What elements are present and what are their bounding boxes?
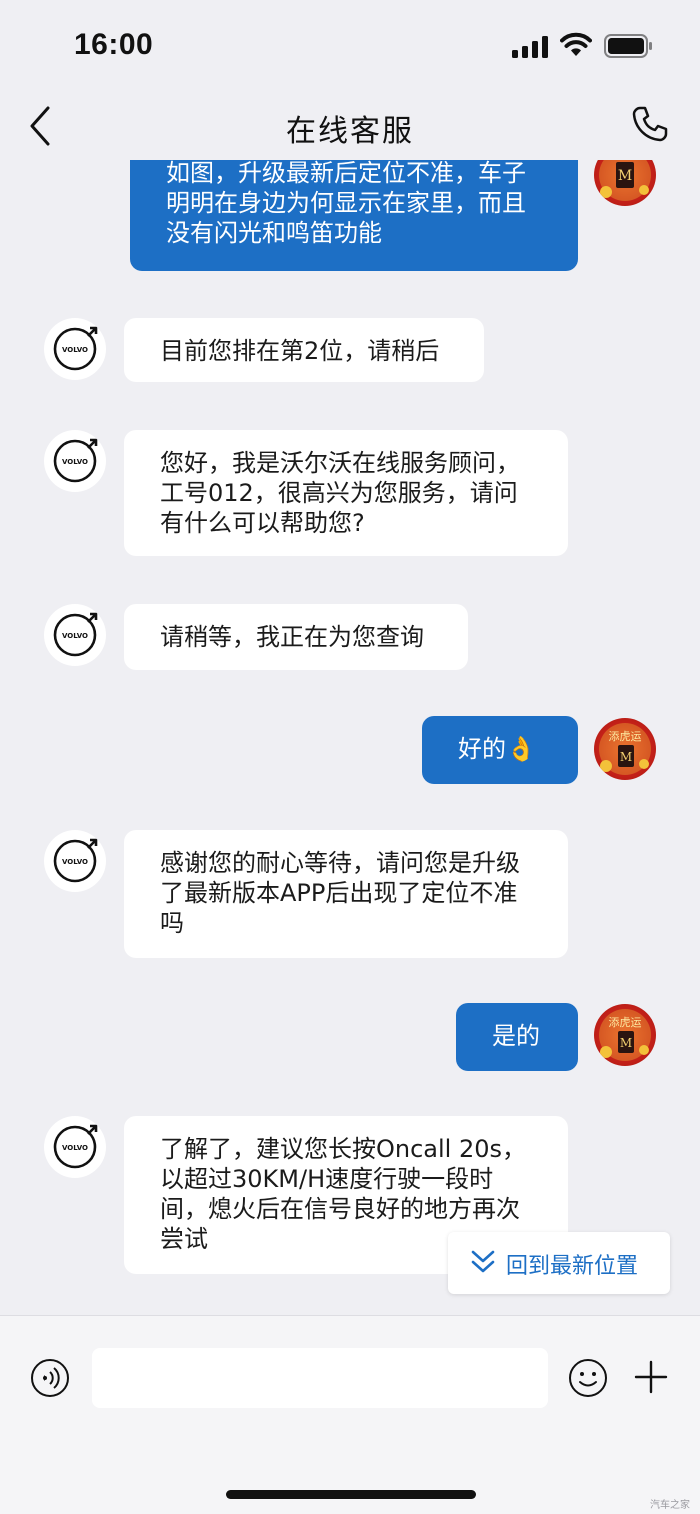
cellular-signal-icon bbox=[512, 36, 548, 58]
jump-to-latest-button[interactable]: 回到最新位置 bbox=[448, 1232, 670, 1294]
wifi-icon bbox=[560, 32, 592, 56]
status-time: 16:00 bbox=[74, 28, 154, 61]
message-bubble[interactable]: 您好，我是沃尔沃在线服务顾问， 工号012，很高兴为您服务，请问 有什么可以帮助… bbox=[124, 430, 568, 556]
user-avatar[interactable]: M bbox=[594, 160, 656, 206]
input-bar: 汽车之家 bbox=[0, 1315, 700, 1514]
agent-avatar[interactable]: VOLVO bbox=[44, 430, 106, 492]
message-bubble[interactable]: 感谢您的耐心等待，请问您是升级 了最新版本APP后出现了定位不准 吗 bbox=[124, 830, 568, 958]
message-bubble[interactable]: 如图，升级最新后定位不准，车子 明明在身边为何显示在家里，而且 没有闪光和鸣笛功… bbox=[130, 160, 578, 271]
status-bar: 16:00 bbox=[0, 0, 700, 92]
nav-bar: 在线客服 bbox=[0, 92, 700, 160]
svg-text:添虎运: 添虎运 bbox=[609, 1015, 642, 1029]
svg-text:M: M bbox=[620, 1036, 632, 1050]
watermark-text: 汽车之家 bbox=[650, 1500, 690, 1511]
user-avatar[interactable]: 添虎运 M bbox=[594, 718, 656, 780]
volvo-logo-icon: VOLVO bbox=[53, 838, 98, 883]
phone-call-icon[interactable] bbox=[630, 104, 670, 144]
user-avatar-image-icon: 添虎运 M bbox=[599, 1009, 651, 1061]
message-bubble[interactable]: 请稍等，我正在为您查询 bbox=[124, 604, 468, 670]
svg-text:添虎运: 添虎运 bbox=[609, 729, 642, 743]
double-chevron-down-icon bbox=[471, 1250, 495, 1273]
emoji-icon[interactable] bbox=[568, 1358, 608, 1398]
message-bubble[interactable]: 目前您排在第2位，请稍后 bbox=[124, 318, 484, 382]
svg-text:VOLVO: VOLVO bbox=[62, 858, 88, 866]
svg-text:VOLVO: VOLVO bbox=[62, 346, 88, 354]
svg-text:M: M bbox=[620, 750, 632, 764]
svg-text:M: M bbox=[618, 168, 632, 184]
battery-icon bbox=[604, 34, 652, 58]
agent-avatar[interactable]: VOLVO bbox=[44, 318, 106, 380]
home-indicator bbox=[226, 1490, 476, 1499]
user-avatar[interactable]: 添虎运 M bbox=[594, 1004, 656, 1066]
plus-icon[interactable] bbox=[634, 1360, 668, 1394]
volvo-logo-icon: VOLVO bbox=[53, 612, 98, 657]
agent-avatar[interactable]: VOLVO bbox=[44, 604, 106, 666]
message-input[interactable] bbox=[92, 1348, 548, 1408]
page-title: 在线客服 bbox=[286, 114, 414, 149]
volvo-logo-icon: VOLVO bbox=[53, 1124, 98, 1169]
message-bubble[interactable]: 是的 bbox=[456, 1003, 578, 1071]
message-bubble[interactable]: 好的👌 bbox=[422, 716, 578, 784]
agent-avatar[interactable]: VOLVO bbox=[44, 830, 106, 892]
user-avatar-image-icon: M bbox=[599, 160, 651, 201]
voice-input-icon[interactable] bbox=[30, 1358, 70, 1398]
user-avatar-image-icon: 添虎运 M bbox=[599, 723, 651, 775]
chat-messages-area[interactable]: 如图，升级最新后定位不准，车子 明明在身边为何显示在家里，而且 没有闪光和鸣笛功… bbox=[0, 160, 700, 1315]
svg-text:VOLVO: VOLVO bbox=[62, 1144, 88, 1152]
agent-avatar[interactable]: VOLVO bbox=[44, 1116, 106, 1178]
jump-to-latest-label: 回到最新位置 bbox=[506, 1254, 639, 1279]
volvo-logo-icon: VOLVO bbox=[53, 438, 98, 483]
svg-text:VOLVO: VOLVO bbox=[62, 458, 88, 466]
svg-text:VOLVO: VOLVO bbox=[62, 632, 88, 640]
volvo-logo-icon: VOLVO bbox=[53, 326, 98, 371]
